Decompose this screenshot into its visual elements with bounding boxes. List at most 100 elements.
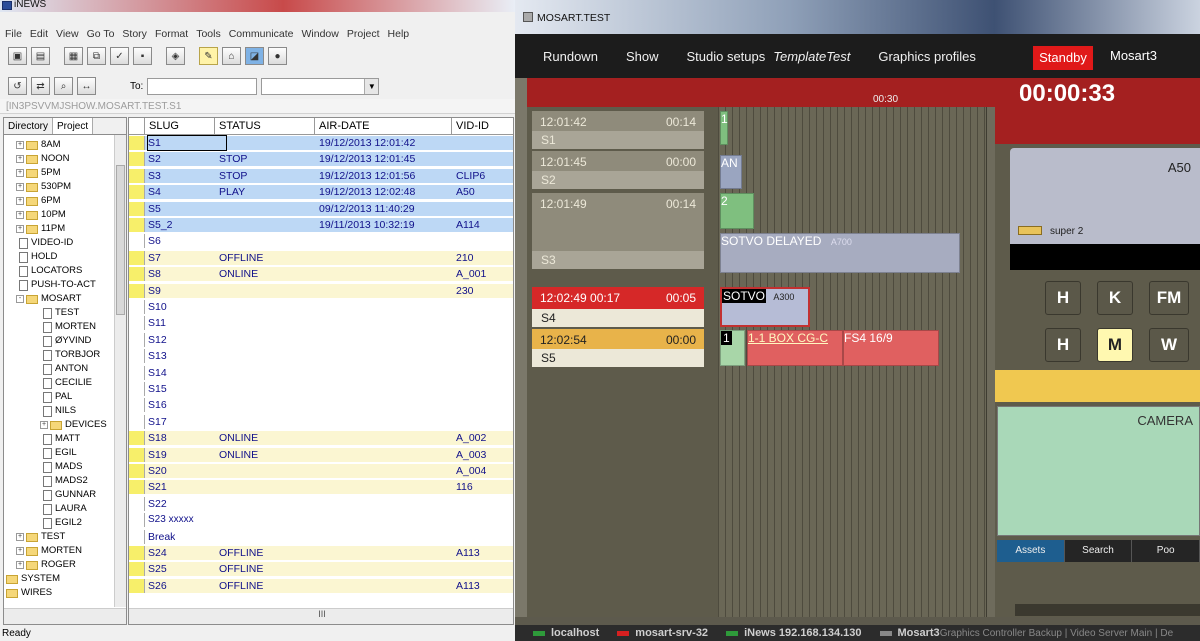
tree-node[interactable]: SYSTEM xyxy=(6,572,60,586)
tree-node[interactable]: + NOON xyxy=(16,152,70,166)
tree-hscrollbar[interactable] xyxy=(4,608,126,624)
record-icon[interactable]: ● xyxy=(268,47,287,65)
tab-project[interactable]: Project xyxy=(53,118,94,134)
tree-node[interactable]: CECILIE xyxy=(40,376,92,390)
tab-directory[interactable]: Directory xyxy=(4,118,54,134)
clip-sotvo[interactable]: SOTVO A300 xyxy=(720,287,810,327)
tree-node[interactable]: LOCATORS xyxy=(16,264,82,278)
tree-node[interactable]: LAURA xyxy=(40,502,87,516)
highlight-icon[interactable]: ✎ xyxy=(199,47,218,65)
tree-node[interactable]: NILS xyxy=(40,404,76,418)
table-row[interactable]: S24 OFFLINE A113 xyxy=(129,546,513,560)
menu-go-to[interactable]: Go To xyxy=(87,28,115,40)
table-row[interactable]: S18 ONLINE A_002 xyxy=(129,431,513,446)
key-fm[interactable]: FM xyxy=(1149,281,1189,315)
tree-node[interactable]: MORTEN xyxy=(40,320,96,334)
graphic-box-cg[interactable]: 1-1 BOX CG-C xyxy=(747,330,843,366)
key-k[interactable]: K xyxy=(1097,281,1133,315)
table-row[interactable]: S22 xyxy=(129,496,513,511)
tab-search[interactable]: Search xyxy=(1065,540,1133,562)
asset-scrollbar[interactable] xyxy=(1015,604,1200,616)
expand-icon[interactable]: + xyxy=(16,183,24,191)
new-story-icon[interactable]: ▦ xyxy=(64,47,83,65)
tree-node[interactable]: MADS xyxy=(40,460,82,474)
mail-icon[interactable]: ◪ xyxy=(245,47,264,65)
menu-rundown[interactable]: Rundown xyxy=(543,49,598,64)
expand-icon[interactable]: + xyxy=(16,561,24,569)
menu-studio-setups[interactable]: Studio setups xyxy=(686,49,765,64)
menu-project[interactable]: Project xyxy=(347,28,380,40)
tree-node[interactable]: + DEVICES xyxy=(40,418,107,432)
table-row[interactable]: S8 ONLINE A_001 xyxy=(129,267,513,282)
expand-icon[interactable]: + xyxy=(16,169,24,177)
preview-panel[interactable]: A50 super 2 xyxy=(1010,148,1200,270)
tree-scrollbar[interactable] xyxy=(114,135,126,607)
menu-help[interactable]: Help xyxy=(388,28,410,40)
table-row[interactable]: S2 STOP 19/12/2013 12:01:45 xyxy=(129,152,513,167)
col-slug[interactable]: SLUG xyxy=(145,118,215,135)
table-row[interactable]: S6 xyxy=(129,234,513,249)
tree-node[interactable]: PUSH-TO-ACT xyxy=(16,278,96,292)
table-row[interactable]: S17 xyxy=(129,414,513,429)
table-row[interactable]: S13 xyxy=(129,349,513,364)
graphic-fs4[interactable]: FS4 16/9 xyxy=(843,330,939,366)
table-row[interactable]: S23 xxxxx xyxy=(129,513,513,528)
key-w[interactable]: W xyxy=(1149,328,1189,362)
tree-node[interactable]: + MORTEN xyxy=(16,544,82,558)
graphic-block-1[interactable]: 1 xyxy=(720,330,745,366)
to-input[interactable] xyxy=(147,77,258,95)
tree-node[interactable]: MADS2 xyxy=(40,474,88,488)
tree-node[interactable]: HOLD xyxy=(16,250,57,264)
table-row[interactable]: S20 A_004 xyxy=(129,464,513,478)
story-row[interactable]: 12:02:54 00:00 S5 xyxy=(532,329,704,367)
graphic-block-an[interactable]: AN xyxy=(720,155,742,189)
menu-edit[interactable]: Edit xyxy=(30,28,48,40)
menu-window[interactable]: Window xyxy=(302,28,339,40)
chevron-down-icon[interactable]: ▼ xyxy=(364,78,379,94)
tree-node[interactable]: MATT xyxy=(40,432,80,446)
timeline-scrollbar[interactable] xyxy=(986,107,995,617)
expand-icon[interactable]: - xyxy=(16,295,24,303)
story-row[interactable]: 12:01:49 00:14 S3 xyxy=(532,193,704,269)
camera-panel[interactable]: CAMERA xyxy=(997,406,1200,536)
tree-node[interactable]: +530PM xyxy=(16,180,71,194)
table-row[interactable]: S16 xyxy=(129,398,513,413)
spellcheck-icon[interactable]: ✓ xyxy=(110,47,129,65)
expand-icon[interactable]: + xyxy=(16,211,24,219)
table-row[interactable]: S4 PLAY 19/12/2013 12:02:48 A50 xyxy=(129,185,513,200)
menu-view[interactable]: View xyxy=(56,28,79,40)
mosart-titlebar[interactable]: MOSART.TEST xyxy=(515,0,1200,34)
menu-graphics-profiles[interactable]: Graphics profiles xyxy=(878,49,976,64)
table-row[interactable]: S26 OFFLINE A113 xyxy=(129,578,513,593)
tree-node[interactable]: ANTON xyxy=(40,362,88,376)
tree-node[interactable]: +5PM xyxy=(16,166,61,180)
table-row[interactable]: S3 STOP 19/12/2013 12:01:56 CLIP6 xyxy=(129,168,513,183)
table-row[interactable]: S11 xyxy=(129,316,513,331)
tree-node[interactable]: EGIL2 xyxy=(40,516,82,530)
lock-icon[interactable]: ⌂ xyxy=(222,47,241,65)
table-row[interactable]: S5 09/12/2013 11:40:29 xyxy=(129,201,513,216)
tree-node[interactable]: - MOSART xyxy=(16,292,81,306)
menu-file[interactable]: File xyxy=(5,28,22,40)
tree-node[interactable]: PAL xyxy=(40,390,72,404)
story-row[interactable]: 12:02:49 00:17 00:05 S4 xyxy=(532,287,704,327)
tree-node[interactable]: +11PM xyxy=(16,222,65,236)
standby-button[interactable]: Standby xyxy=(1033,46,1093,70)
key-h-1[interactable]: H xyxy=(1045,281,1081,315)
expand-icon[interactable]: + xyxy=(16,547,24,555)
col-vid-id[interactable]: VID-ID xyxy=(452,118,513,135)
story-row[interactable]: 12:01:42 00:14 S1 xyxy=(532,111,704,149)
tool-a-icon[interactable]: ↺ xyxy=(8,77,27,95)
print-icon[interactable]: ▣ xyxy=(8,47,27,65)
table-row[interactable]: S5_2 19/11/2013 10:32:19 A114 xyxy=(129,218,513,232)
expand-icon[interactable]: + xyxy=(16,155,24,163)
to-dropdown[interactable]: ▼ xyxy=(261,77,380,95)
tree-node[interactable]: + TEST xyxy=(16,530,65,544)
menu-format[interactable]: Format xyxy=(155,28,188,40)
tree-node[interactable]: VIDEO-ID xyxy=(16,236,73,250)
table-row[interactable]: S12 xyxy=(129,332,513,347)
tool-d-icon[interactable]: ↔ xyxy=(77,77,96,95)
copy-icon[interactable]: ⧉ xyxy=(87,47,106,65)
table-row[interactable]: S7 OFFLINE 210 xyxy=(129,250,513,265)
tree-node[interactable]: WIRES xyxy=(6,586,52,600)
